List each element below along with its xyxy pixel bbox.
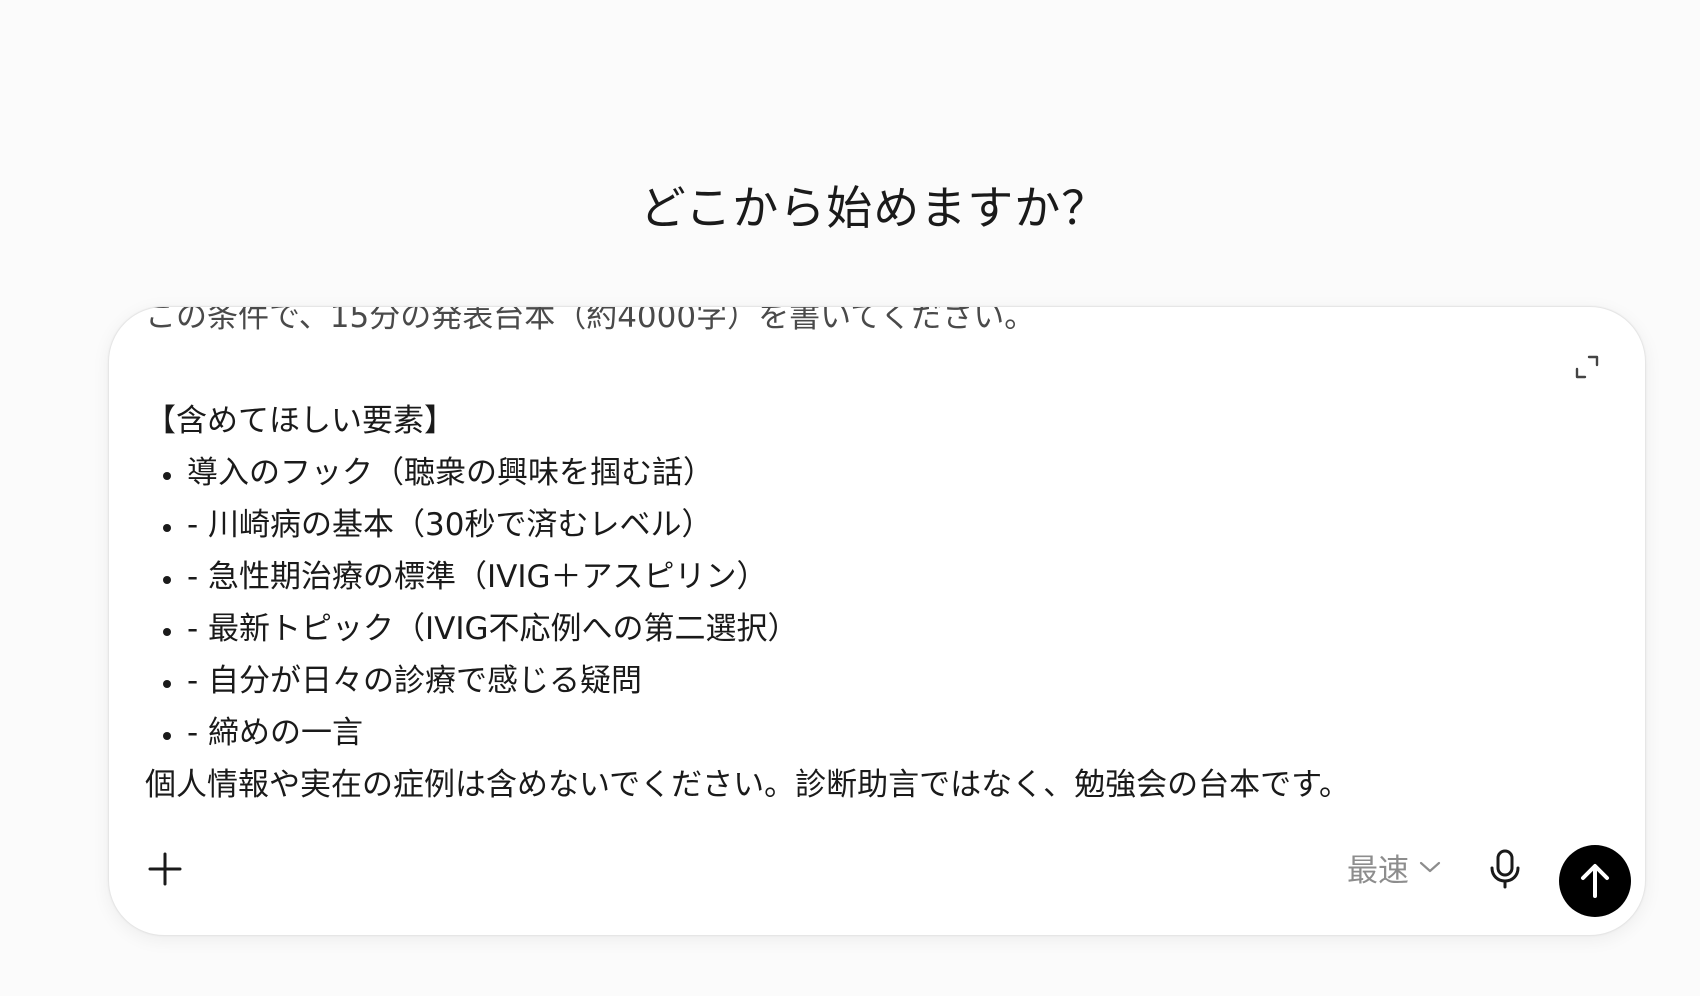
- arrow-up-icon: [1581, 864, 1609, 898]
- prompt-composer: この条件で、15分の発表台本（約4000字）を書いてください。 【含めてほしい要…: [108, 306, 1646, 936]
- chevron-down-icon: [1419, 861, 1441, 873]
- list-item: - 川崎病の基本（30秒で済むレベル）: [185, 499, 1545, 551]
- expand-icon: [1575, 355, 1599, 379]
- model-selector[interactable]: 最速: [1347, 843, 1441, 891]
- expand-button[interactable]: [1567, 347, 1607, 387]
- prompt-text: この条件で、15分の発表台本（約4000字）を書いてください。 【含めてほしい要…: [145, 307, 1545, 811]
- list-item: - 自分が日々の診療で感じる疑問: [185, 655, 1545, 707]
- list-item: - 急性期治療の標準（IVIG＋アスピリン）: [185, 551, 1545, 603]
- prompt-section-header: 【含めてほしい要素】: [145, 403, 455, 439]
- list-item: 導入のフック（聴衆の興味を掴む話）: [185, 447, 1545, 499]
- prompt-bullet-list: 導入のフック（聴衆の興味を掴む話） - 川崎病の基本（30秒で済むレベル） - …: [145, 447, 1545, 759]
- send-button[interactable]: [1559, 845, 1631, 917]
- page-title: どこから始めますか？: [639, 181, 1109, 235]
- prompt-textarea[interactable]: この条件で、15分の発表台本（約4000字）を書いてください。 【含めてほしい要…: [145, 307, 1545, 827]
- voice-input-button[interactable]: [1479, 843, 1531, 895]
- prompt-line: 個人情報や実在の症例は含めないでください。診断助言ではなく、勉強会の台本です。: [145, 767, 1350, 803]
- plus-icon: [148, 852, 182, 886]
- prompt-line: この条件で、15分の発表台本（約4000字）を書いてください。: [145, 307, 1036, 335]
- list-item: - 最新トピック（IVIG不応例への第二選択）: [185, 603, 1545, 655]
- model-selector-label: 最速: [1347, 852, 1409, 889]
- list-item: - 締めの一言: [185, 707, 1545, 759]
- page: どこから始めますか？ この条件で、15分の発表台本（約4000字）を書いてくださ…: [0, 0, 1700, 996]
- add-attachment-button[interactable]: [139, 843, 191, 895]
- microphone-icon: [1490, 849, 1520, 889]
